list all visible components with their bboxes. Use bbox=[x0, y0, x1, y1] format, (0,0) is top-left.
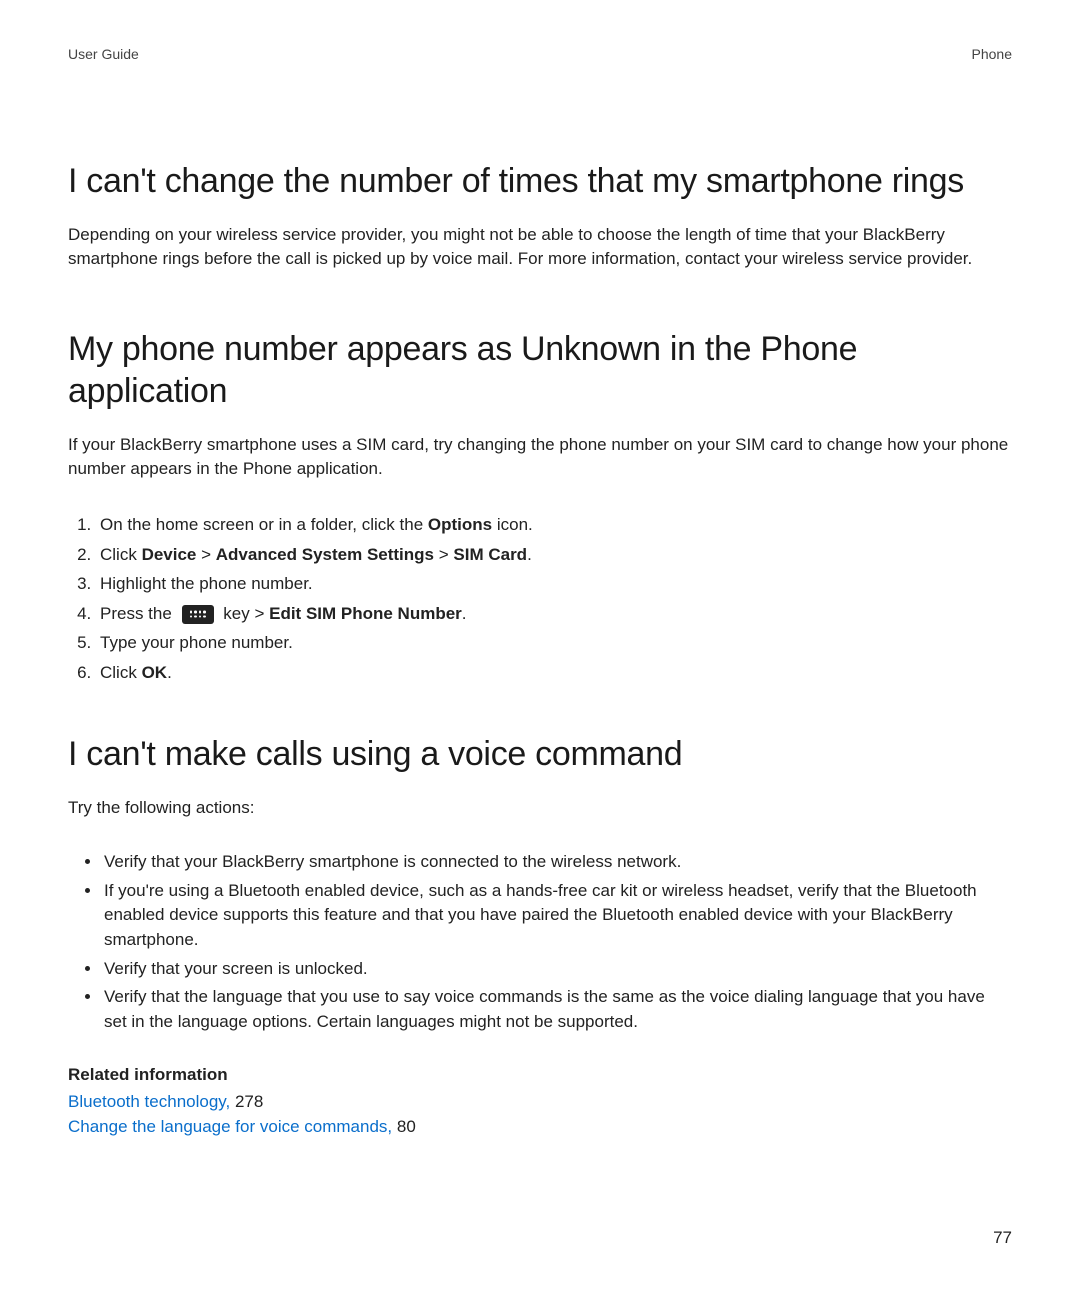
section1-heading: I can't change the number of times that … bbox=[68, 160, 1012, 203]
menu-key-icon bbox=[182, 605, 214, 624]
step-5: Type your phone number. bbox=[96, 630, 1012, 656]
section1-body: Depending on your wireless service provi… bbox=[68, 223, 1012, 272]
bullet-3: Verify that your screen is unlocked. bbox=[102, 957, 1012, 982]
step-2: Click Device > Advanced System Settings … bbox=[96, 542, 1012, 568]
bullet-2: If you're using a Bluetooth enabled devi… bbox=[102, 879, 1012, 953]
section3-heading: I can't make calls using a voice command bbox=[68, 733, 1012, 776]
section3-bullets: Verify that your BlackBerry smartphone i… bbox=[68, 850, 1012, 1034]
related-link-voice-language[interactable]: Change the language for voice commands, bbox=[68, 1117, 392, 1136]
page-number: 77 bbox=[993, 1228, 1012, 1248]
bullet-1: Verify that your BlackBerry smartphone i… bbox=[102, 850, 1012, 875]
step-4: Press the key > Edit SIM Phone Number. bbox=[96, 601, 1012, 627]
header-left: User Guide bbox=[68, 46, 139, 62]
step-3: Highlight the phone number. bbox=[96, 571, 1012, 597]
section3-body: Try the following actions: bbox=[68, 796, 1012, 821]
header-right: Phone bbox=[972, 46, 1012, 62]
section2-steps: On the home screen or in a folder, click… bbox=[68, 512, 1012, 685]
section2-body: If your BlackBerry smartphone uses a SIM… bbox=[68, 433, 1012, 482]
related-heading: Related information bbox=[68, 1065, 1012, 1085]
step-1: On the home screen or in a folder, click… bbox=[96, 512, 1012, 538]
related-link-bluetooth[interactable]: Bluetooth technology, bbox=[68, 1092, 230, 1111]
bullet-4: Verify that the language that you use to… bbox=[102, 985, 1012, 1034]
step-6: Click OK. bbox=[96, 660, 1012, 686]
related-link-1-row: Bluetooth technology, 278 bbox=[68, 1089, 1012, 1115]
related-link-2-row: Change the language for voice commands, … bbox=[68, 1114, 1012, 1140]
section2-heading: My phone number appears as Unknown in th… bbox=[68, 328, 1012, 413]
